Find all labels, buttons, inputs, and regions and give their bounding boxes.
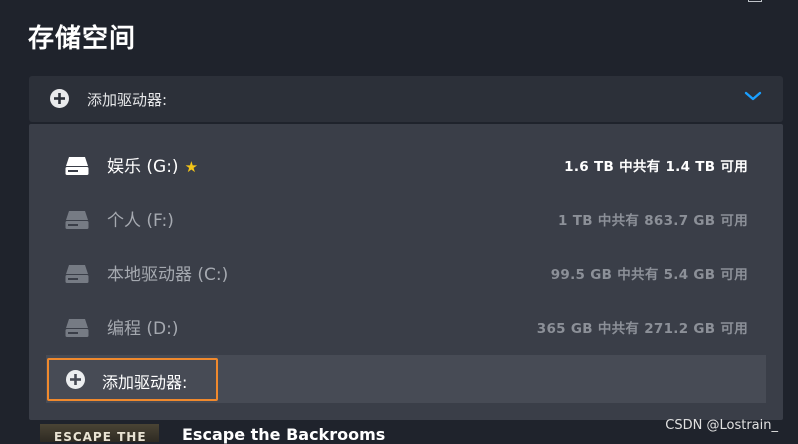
page-title: 存储空间 (28, 24, 137, 54)
drive-capacity: 1 TB 中共有 863.7 GB 可用 (558, 213, 748, 229)
chevron-down-icon[interactable] (743, 88, 763, 104)
add-circle-icon (50, 89, 69, 108)
drive-name: 个人 (F:) (107, 211, 174, 231)
focus-highlight (47, 358, 218, 401)
drive-capacity: 365 GB 中共有 271.2 GB 可用 (536, 321, 748, 337)
drive-name: 本地驱动器 (C:) (107, 265, 229, 285)
drive-name: 娱乐 (G:) (107, 157, 179, 177)
drive-option-f[interactable]: 个人 (F:) 1 TB 中共有 863.7 GB 可用 (29, 192, 783, 246)
hard-drive-icon (65, 265, 89, 283)
drive-name: 编程 (D:) (107, 319, 179, 339)
maximize-icon[interactable] (748, 0, 762, 2)
hard-drive-icon (65, 157, 89, 175)
close-icon[interactable]: ✕ (781, 0, 794, 3)
watermark: CSDN @Lostrain_ (665, 418, 778, 433)
drive-option-d[interactable]: 编程 (D:) 365 GB 中共有 271.2 GB 可用 (29, 300, 783, 354)
dropdown-selected-label: 添加驱动器: (87, 91, 168, 109)
drive-capacity: 1.6 TB 中共有 1.4 TB 可用 (564, 159, 748, 175)
window-controls: ✕ (718, 0, 798, 6)
favorite-star-icon: ★ (184, 158, 199, 176)
hard-drive-icon (65, 211, 89, 229)
game-thumbnail-text: ESCAPE THE (54, 430, 147, 442)
game-title[interactable]: Escape the Backrooms (182, 425, 385, 444)
hard-drive-icon (65, 319, 89, 337)
drive-capacity: 99.5 GB 中共有 5.4 GB 可用 (550, 267, 748, 283)
drive-option-g[interactable]: 娱乐 (G:) ★ 1.6 TB 中共有 1.4 TB 可用 (29, 138, 783, 192)
game-thumbnail[interactable]: ESCAPE THE (40, 424, 159, 442)
drive-dropdown[interactable]: 添加驱动器: (29, 76, 783, 122)
drive-option-c[interactable]: 本地驱动器 (C:) 99.5 GB 中共有 5.4 GB 可用 (29, 246, 783, 300)
